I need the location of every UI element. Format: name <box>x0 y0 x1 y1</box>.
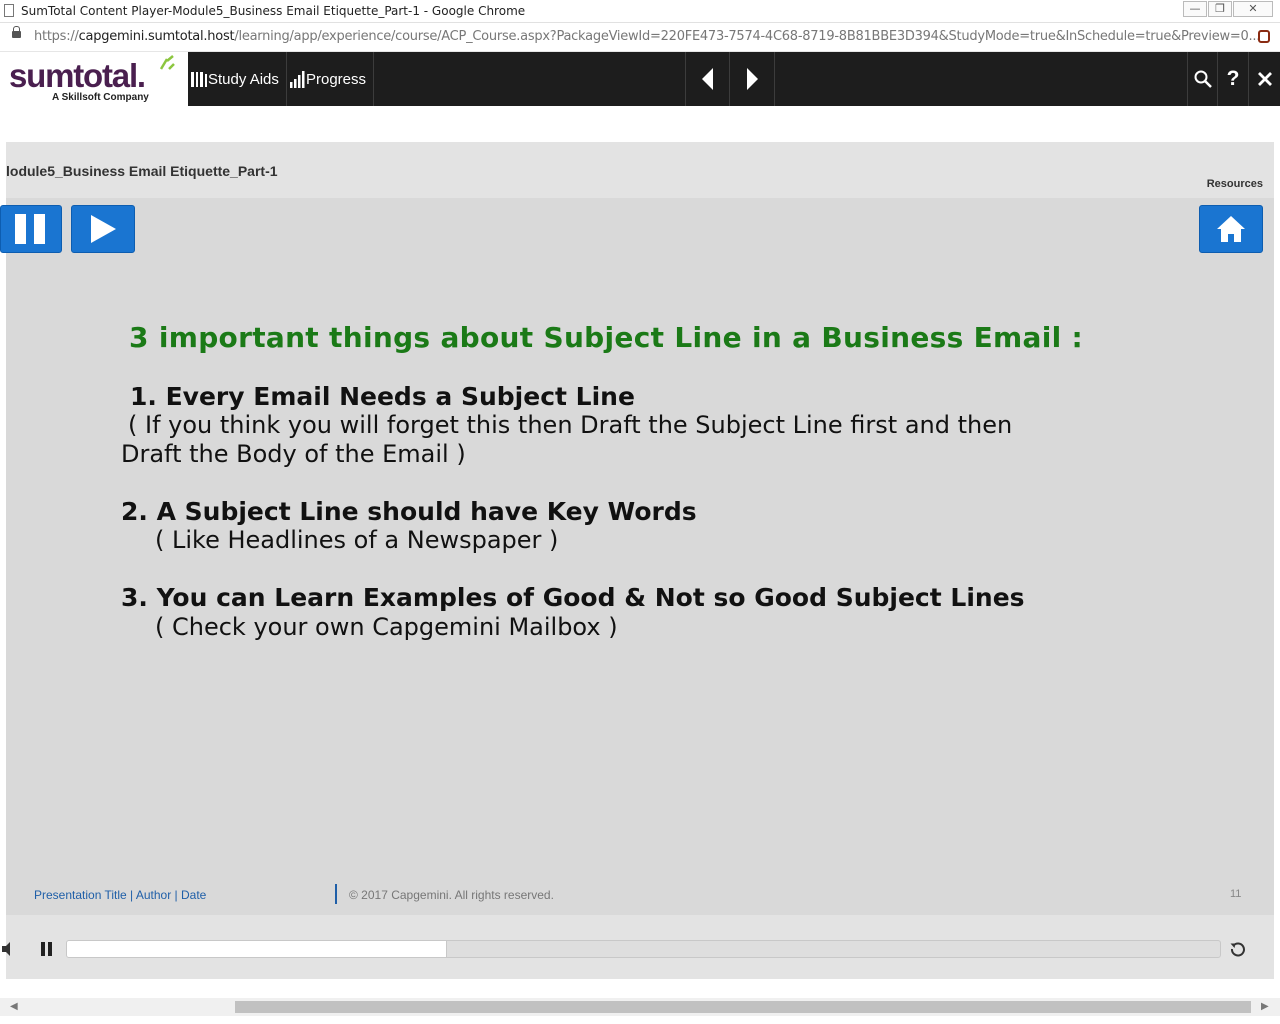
point-2-heading: 2. A Subject Line should have Key Words <box>121 497 697 526</box>
close-window-button[interactable]: ✕ <box>1233 1 1273 17</box>
next-button[interactable] <box>730 52 775 106</box>
help-icon: ? <box>1226 67 1240 90</box>
previous-icon <box>701 68 713 90</box>
address-bar[interactable]: https://capgemini.sumtotal.host/learning… <box>0 23 1280 52</box>
minimize-button[interactable]: — <box>1183 1 1207 17</box>
progress-button[interactable]: Progress <box>287 52 374 106</box>
footer-divider <box>335 884 337 904</box>
previous-button[interactable] <box>685 52 730 106</box>
next-icon <box>747 68 758 90</box>
point-2-note: ( Like Headlines of a Newspaper ) <box>155 526 559 554</box>
scrollbar-thumb[interactable] <box>235 1001 1251 1013</box>
home-icon <box>1217 216 1245 242</box>
logo-tagline: A Skillsoft Company <box>52 92 149 103</box>
logo-wordmark: sumtotal. <box>9 57 146 94</box>
volume-icon[interactable] <box>2 942 12 956</box>
play-icon <box>91 215 116 243</box>
study-aids-label: Study Aids <box>208 70 279 88</box>
footer-copyright: © 2017 Capgemini. All rights reserved. <box>349 888 554 902</box>
close-icon <box>1257 72 1272 86</box>
breadcrumb: lodule5_Business Email Etiquette_Part-1 <box>6 163 278 179</box>
restore-button[interactable]: ❐ <box>1208 1 1232 17</box>
url-text[interactable]: https://capgemini.sumtotal.host/learning… <box>34 29 1260 44</box>
pause-icon <box>15 214 45 244</box>
browser-title-bar: SumTotal Content Player-Module5_Business… <box>0 0 1280 23</box>
small-pause-icon <box>41 942 52 956</box>
small-pause-button[interactable] <box>32 933 62 965</box>
point-1-heading: 1. Every Email Needs a Subject Line <box>130 382 635 411</box>
url-host: capgemini.sumtotal.host <box>78 29 235 44</box>
home-button[interactable] <box>1199 205 1263 253</box>
scroll-right-icon[interactable]: ▶ <box>1261 1001 1269 1012</box>
resources-link[interactable]: Resources <box>1207 178 1263 190</box>
search-button[interactable] <box>1187 52 1218 106</box>
page-icon <box>4 4 14 17</box>
app-toolbar: sumtotal. A Skillsoft Company Study Aids… <box>0 52 1280 106</box>
extension-icon[interactable] <box>1258 30 1270 43</box>
lock-icon <box>12 26 21 38</box>
playback-progress-bar[interactable] <box>66 940 1221 958</box>
progress-label: Progress <box>306 70 367 88</box>
replay-icon[interactable] <box>1230 941 1246 957</box>
help-button[interactable]: ? <box>1218 52 1249 106</box>
search-icon <box>1194 70 1212 88</box>
horizontal-scrollbar[interactable]: ◀ ▶ <box>0 998 1280 1016</box>
progress-icon <box>290 70 305 88</box>
study-aids-icon <box>191 71 207 87</box>
logo-spark-icon <box>159 55 175 70</box>
playback-control-bar <box>2 933 1274 965</box>
playback-progress-fill <box>67 941 448 957</box>
point-3-heading: 3. You can Learn Examples of Good & Not … <box>121 583 1025 612</box>
sumtotal-logo: sumtotal. A Skillsoft Company <box>0 52 188 106</box>
point-3-note: ( Check your own Capgemini Mailbox ) <box>155 613 618 641</box>
point-1-note-line-1: ( If you think you will forget this then… <box>128 411 1013 439</box>
content-player: lodule5_Business Email Etiquette_Part-1 … <box>0 142 1274 979</box>
window-title: SumTotal Content Player-Module5_Business… <box>21 4 526 18</box>
slide: 3 important things about Subject Line in… <box>0 198 1274 915</box>
footer-presentation-info: Presentation Title | Author | Date <box>34 888 207 902</box>
close-player-button[interactable] <box>1249 52 1280 106</box>
scroll-left-icon[interactable]: ◀ <box>10 1001 18 1012</box>
pause-button[interactable] <box>0 205 62 253</box>
url-path: /learning/app/experience/course/ACP_Cour… <box>234 29 1261 44</box>
point-1-note-line-2: Draft the Body of the Email ) <box>121 440 466 468</box>
slide-title: 3 important things about Subject Line in… <box>129 321 1084 354</box>
play-button[interactable] <box>71 205 135 253</box>
page-number: 11 <box>1230 888 1242 900</box>
study-aids-button[interactable]: Study Aids <box>188 52 287 106</box>
